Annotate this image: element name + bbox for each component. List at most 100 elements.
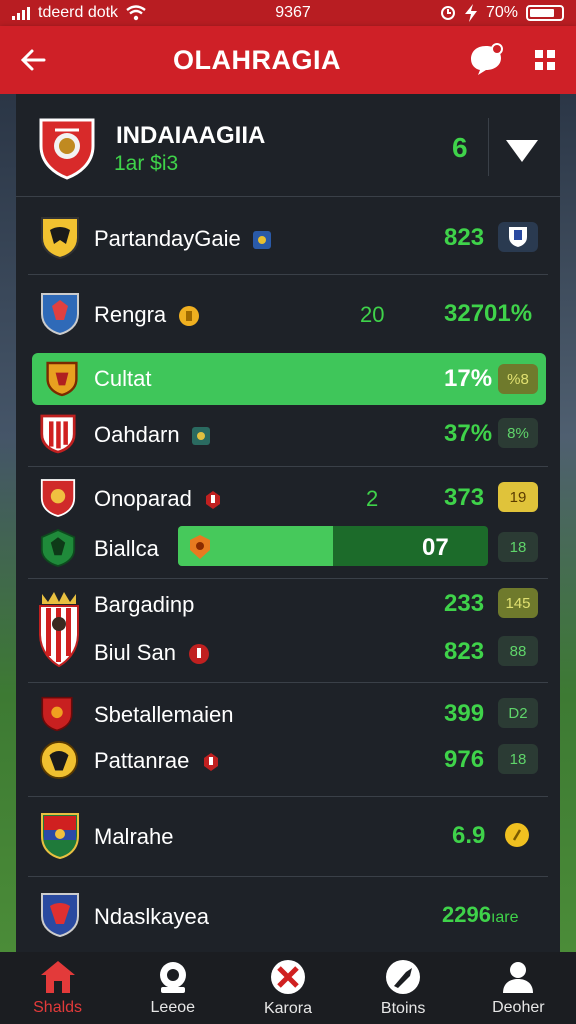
stat-chip: 19: [498, 482, 538, 512]
stat-chip: 18: [498, 532, 538, 562]
blue-eagle-crest-icon: [41, 893, 79, 938]
mini-badge-icon: [203, 753, 218, 772]
team-name: Sbetallemaien: [94, 702, 234, 727]
team-crest-icon: [39, 118, 95, 180]
stat-chip: 145: [498, 588, 538, 618]
team-points: 2: [366, 486, 379, 511]
red-shield-crest-icon: [41, 696, 73, 732]
divider: [28, 274, 548, 275]
whistle-icon: [386, 960, 421, 994]
coin-icon: [179, 306, 200, 327]
coin-icon: [505, 823, 529, 847]
team-value: 373: [444, 484, 485, 511]
team-value: 399: [444, 700, 485, 727]
blue-crest-icon: [41, 293, 79, 336]
team-name: Biul San: [94, 640, 210, 666]
profile-icon: [503, 962, 534, 993]
divider: [28, 682, 548, 683]
match-icon: [270, 960, 305, 994]
team-name: Cultat: [94, 366, 152, 391]
team-name: Onoparad: [94, 486, 222, 512]
nav-stats[interactable]: Btoins: [346, 958, 461, 1018]
app-bar: OLAHRAGIA: [0, 26, 576, 94]
nav-label: Btoins: [380, 1000, 426, 1017]
stat-chip: %8: [498, 364, 538, 394]
crowned-crest-icon: [39, 592, 79, 668]
eagle-crest-icon: [41, 217, 79, 260]
stat-chip: 88: [498, 636, 538, 666]
team-name: Bargadinp: [94, 592, 195, 617]
stadium-background-left: [0, 94, 16, 952]
team-value: 976: [444, 746, 485, 773]
team-points: 20: [360, 302, 385, 327]
stat-chip: 8%: [498, 418, 538, 448]
chat-bubble-icon: [471, 43, 503, 75]
team-subtitle: 1ar $i3: [114, 152, 179, 175]
bottom-navigation: Shalds Leeoe Karora Btoins Deoher: [0, 952, 576, 1024]
nav-label: Leeoe: [150, 999, 196, 1016]
mini-badge-icon: [190, 535, 210, 559]
stat-chip: 18: [498, 744, 538, 774]
team-name: INDAIAAGIIA: [116, 122, 266, 149]
ball-icon: [159, 962, 186, 993]
grid-icon: [535, 50, 555, 70]
wifi-icon: [126, 5, 146, 21]
nav-home[interactable]: Shalds: [0, 959, 115, 1017]
divider: [28, 466, 548, 467]
alarm-icon: [440, 6, 455, 20]
dropdown-arrow-icon[interactable]: [506, 140, 538, 162]
battery-icon: [526, 5, 564, 21]
stat-chip: D2: [498, 698, 538, 728]
team-name: PartandayGaie: [94, 226, 271, 252]
green-crest-icon: [40, 529, 76, 567]
striped-crest-icon: [40, 414, 76, 454]
yellow-eagle-crest-icon: [40, 741, 78, 779]
team-value: 6.9: [452, 822, 486, 849]
signal-icon: [12, 6, 30, 20]
mini-flag-icon: [252, 231, 271, 250]
nav-label: Deoher: [492, 999, 545, 1016]
nav-match[interactable]: Karora: [230, 958, 345, 1018]
team-value: 07: [422, 534, 449, 561]
carrier-text: tdeerd dotk: [38, 4, 119, 21]
team-name: Malrahe: [94, 824, 174, 849]
mini-badge-icon: [189, 644, 210, 665]
team-value: 823: [444, 638, 485, 665]
shield-icon: [509, 227, 527, 247]
chat-button[interactable]: [468, 43, 504, 77]
battery-percent: 70%: [485, 4, 518, 21]
team-value: 37%: [444, 420, 493, 447]
team-value: 823: [444, 224, 485, 251]
standings-panel: INDAIAAGIIA 1ar $i3 6 PartandayGaie 823 …: [16, 94, 560, 952]
team-value: 17%: [444, 365, 493, 392]
nav-label: Shalds: [33, 999, 83, 1016]
team-value: 233: [444, 590, 485, 617]
mini-flag-icon: [191, 427, 210, 446]
divider: [28, 796, 548, 797]
nav-league[interactable]: Leeoe: [115, 959, 230, 1017]
mini-badge-icon: [205, 491, 220, 510]
team-name: Rengra: [94, 302, 200, 328]
orange-crest-icon: [46, 361, 78, 397]
team-value: 32701%: [444, 300, 533, 327]
nav-label: Karora: [263, 1000, 312, 1017]
clock: 9367: [275, 4, 311, 21]
grid-menu-button[interactable]: [534, 49, 556, 71]
back-button[interactable]: [20, 48, 46, 72]
tricolor-crest-icon: [41, 813, 79, 860]
nation-badge: [498, 222, 538, 252]
charging-icon: [464, 4, 477, 22]
red-crest-icon: [40, 479, 76, 517]
divider: [28, 578, 548, 579]
team-score: 6: [452, 132, 468, 163]
team-name: Oahdarn: [94, 422, 210, 448]
divider: [488, 118, 489, 176]
team-value: 2296ıare: [442, 902, 519, 927]
status-bar: tdeerd dotk 9367 70%: [0, 0, 576, 26]
nav-profile[interactable]: Deoher: [461, 959, 576, 1017]
home-icon: [40, 961, 75, 993]
team-name: Biallca: [94, 536, 159, 561]
selected-team-header[interactable]: INDAIAAGIIA 1ar $i3 6: [16, 94, 560, 197]
divider: [28, 876, 548, 877]
app-title: OLAHRAGIA: [173, 44, 341, 75]
